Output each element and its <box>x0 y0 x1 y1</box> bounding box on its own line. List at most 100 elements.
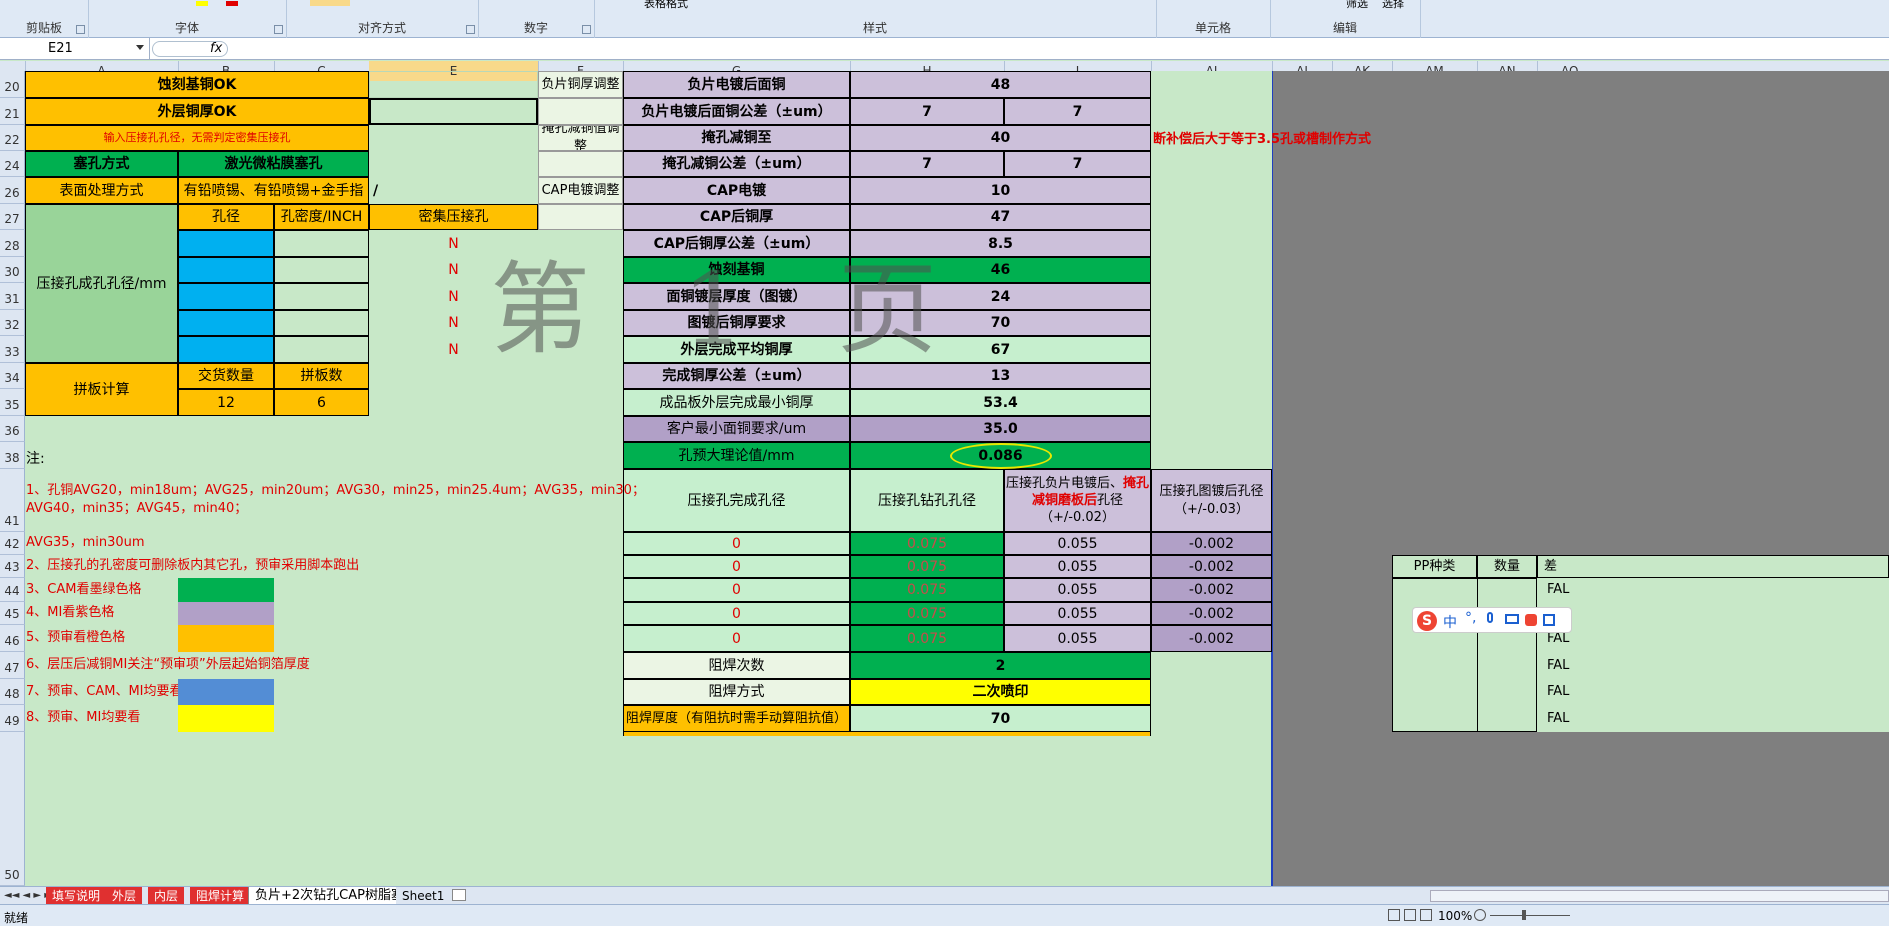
styles-group[interactable]: 表格格式 样式 <box>594 0 1157 38</box>
param-label[interactable]: 负片电镀后面铜公差（±um） <box>623 98 850 125</box>
param-value[interactable]: 46 <box>850 257 1151 283</box>
param-value-2[interactable]: 7 <box>1004 151 1151 177</box>
press-negative-cell[interactable]: 0.055 <box>1004 555 1151 578</box>
number-group[interactable]: 数字 <box>478 0 595 38</box>
press-finished-cell[interactable]: 0 <box>623 555 850 578</box>
surface-treatment-value[interactable]: 有铅喷锡、有铅喷锡+金手指 <box>178 177 369 204</box>
cap-plating-adjust[interactable]: CAP电镀调整 <box>538 177 623 204</box>
press-drill-cell[interactable]: 0.075 <box>850 555 1004 578</box>
surface-treatment-label[interactable]: 表面处理方式 <box>25 177 178 204</box>
row-header[interactable]: 28 <box>0 230 25 257</box>
f-cell[interactable] <box>538 151 623 177</box>
param-value[interactable]: 67 <box>850 336 1151 363</box>
param-label[interactable]: 掩孔减铜公差（±um） <box>623 151 850 177</box>
param-value[interactable]: 10 <box>850 177 1151 204</box>
param-value[interactable]: 40 <box>850 125 1151 151</box>
row-header[interactable]: 33 <box>0 336 25 363</box>
ai-note[interactable]: 断补偿后大于等于3.5孔或槽制作方式 <box>1153 128 1371 147</box>
name-box[interactable]: E21 <box>0 38 150 60</box>
dialog-launcher-icon[interactable] <box>76 25 85 34</box>
press-pattern-cell[interactable]: -0.002 <box>1151 625 1272 652</box>
press-hole-input-note[interactable]: 输入压接孔孔径，无需判定密集压接孔 <box>25 125 369 151</box>
filter-label[interactable]: 筛选 <box>1346 0 1368 11</box>
press-drill-header[interactable]: 压接孔钻孔孔径 <box>850 469 1004 532</box>
panel-count-header[interactable]: 拼板数 <box>274 363 369 389</box>
font-group[interactable]: 字体 <box>88 0 287 38</box>
pp-type-header[interactable]: PP种类 <box>1392 555 1477 578</box>
hole-density-header[interactable]: 孔密度/INCH <box>274 204 369 230</box>
normal-view-icon[interactable] <box>1388 909 1400 921</box>
sheet-tab[interactable]: 填写说明 <box>46 887 107 905</box>
row-header[interactable]: 35 <box>0 389 25 416</box>
dense-flag-cell[interactable]: N <box>369 283 538 310</box>
editing-group[interactable]: 筛选 选择 编辑 <box>1270 0 1421 38</box>
dense-flag-cell[interactable]: N <box>369 310 538 336</box>
ime-toolbar[interactable]: S 中 °, <box>1412 607 1572 633</box>
press-negative-cell[interactable]: 0.055 <box>1004 578 1151 602</box>
panel-count-value[interactable]: 6 <box>274 389 369 416</box>
param-value[interactable]: 7 <box>850 151 1004 177</box>
align-selected-icon[interactable] <box>310 0 350 6</box>
press-finished-cell[interactable]: 0 <box>623 578 850 602</box>
solder-times-label[interactable]: 阻焊次数 <box>623 652 850 679</box>
font-color-icon[interactable] <box>226 1 238 6</box>
pp-diff-header[interactable]: 差 <box>1537 555 1889 578</box>
f-cell[interactable] <box>538 204 623 230</box>
press-pattern-cell[interactable]: -0.002 <box>1151 578 1272 602</box>
skin-icon[interactable] <box>1525 614 1537 626</box>
row-header[interactable]: 36 <box>0 416 25 442</box>
hole-density-cell[interactable] <box>274 310 369 336</box>
row-header[interactable]: 30 <box>0 257 25 283</box>
param-value[interactable]: 70 <box>850 310 1151 336</box>
row-header[interactable]: 26 <box>0 177 25 204</box>
chevron-down-icon[interactable] <box>136 45 144 50</box>
hole-density-cell[interactable] <box>274 257 369 283</box>
row-header[interactable]: 21 <box>0 98 25 125</box>
press-drill-cell[interactable]: 0.075 <box>850 625 1004 652</box>
param-label[interactable]: 成品板外层完成最小铜厚 <box>623 389 850 416</box>
param-value-2[interactable]: 7 <box>1004 98 1151 125</box>
param-label[interactable]: 孔预大理论值/mm <box>623 442 850 469</box>
formula-input[interactable] <box>236 38 1836 60</box>
zoom-slider[interactable] <box>1490 915 1570 916</box>
row-header[interactable]: 46 <box>0 625 25 652</box>
dialog-launcher-icon[interactable] <box>582 25 591 34</box>
f-cell[interactable] <box>538 98 623 125</box>
hole-diameter-header[interactable]: 孔径 <box>178 204 274 230</box>
pp-diff-cell[interactable]: FAL <box>1537 705 1597 732</box>
press-drill-cell[interactable]: 0.075 <box>850 532 1004 555</box>
clipboard-group[interactable]: 剪贴板 <box>0 0 89 38</box>
solder-thickness-value[interactable]: 70 <box>850 705 1151 732</box>
sogou-logo-icon[interactable]: S <box>1417 611 1437 631</box>
param-label[interactable]: 面铜镀层厚度（图镀） <box>623 283 850 310</box>
plug-method-value[interactable]: 激光微粘膜塞孔 <box>178 151 369 177</box>
fx-icon[interactable]: fx <box>210 40 230 58</box>
row-header[interactable]: 41 <box>0 469 25 532</box>
param-label[interactable]: 蚀刻基铜 <box>623 257 850 283</box>
param-value[interactable]: 8.5 <box>850 230 1151 257</box>
solder-thickness-label[interactable]: 阻焊厚度（有阻抗时需手动算阻抗值） <box>623 705 850 732</box>
param-value[interactable]: 24 <box>850 283 1151 310</box>
row-header[interactable]: 24 <box>0 151 25 177</box>
sheet-tab[interactable]: 外层 <box>106 887 143 905</box>
press-negative-cell[interactable]: 0.055 <box>1004 602 1151 625</box>
panel-calc-label[interactable]: 拼板计算 <box>25 363 178 416</box>
row-header[interactable]: 42 <box>0 532 25 555</box>
solder-times-value[interactable]: 2 <box>850 652 1151 679</box>
press-finished-cell[interactable]: 0 <box>623 532 850 555</box>
keyboard-icon[interactable] <box>1505 614 1519 624</box>
press-hole-diameter-label[interactable]: 压接孔成孔孔径/mm <box>25 204 178 363</box>
param-label[interactable]: CAP后铜厚 <box>623 204 850 230</box>
pp-diff-cell[interactable]: FAL <box>1537 679 1597 705</box>
surface-treatment-extra[interactable]: / <box>369 177 538 204</box>
etch-base-ok[interactable]: 蚀刻基铜OK <box>25 71 369 98</box>
press-negative-cell[interactable]: 0.055 <box>1004 532 1151 555</box>
row-header[interactable]: 22 <box>0 125 25 151</box>
row-header[interactable]: 49 <box>0 705 25 732</box>
press-pattern-cell[interactable]: -0.002 <box>1151 602 1272 625</box>
sheet-tab[interactable]: 内层 <box>148 887 185 905</box>
press-finished-cell[interactable]: 0 <box>623 625 850 652</box>
press-finished-header[interactable]: 压接孔完成孔径 <box>623 469 850 532</box>
param-label[interactable]: CAP后铜厚公差（±um） <box>623 230 850 257</box>
dense-flag-cell[interactable]: N <box>369 336 538 363</box>
